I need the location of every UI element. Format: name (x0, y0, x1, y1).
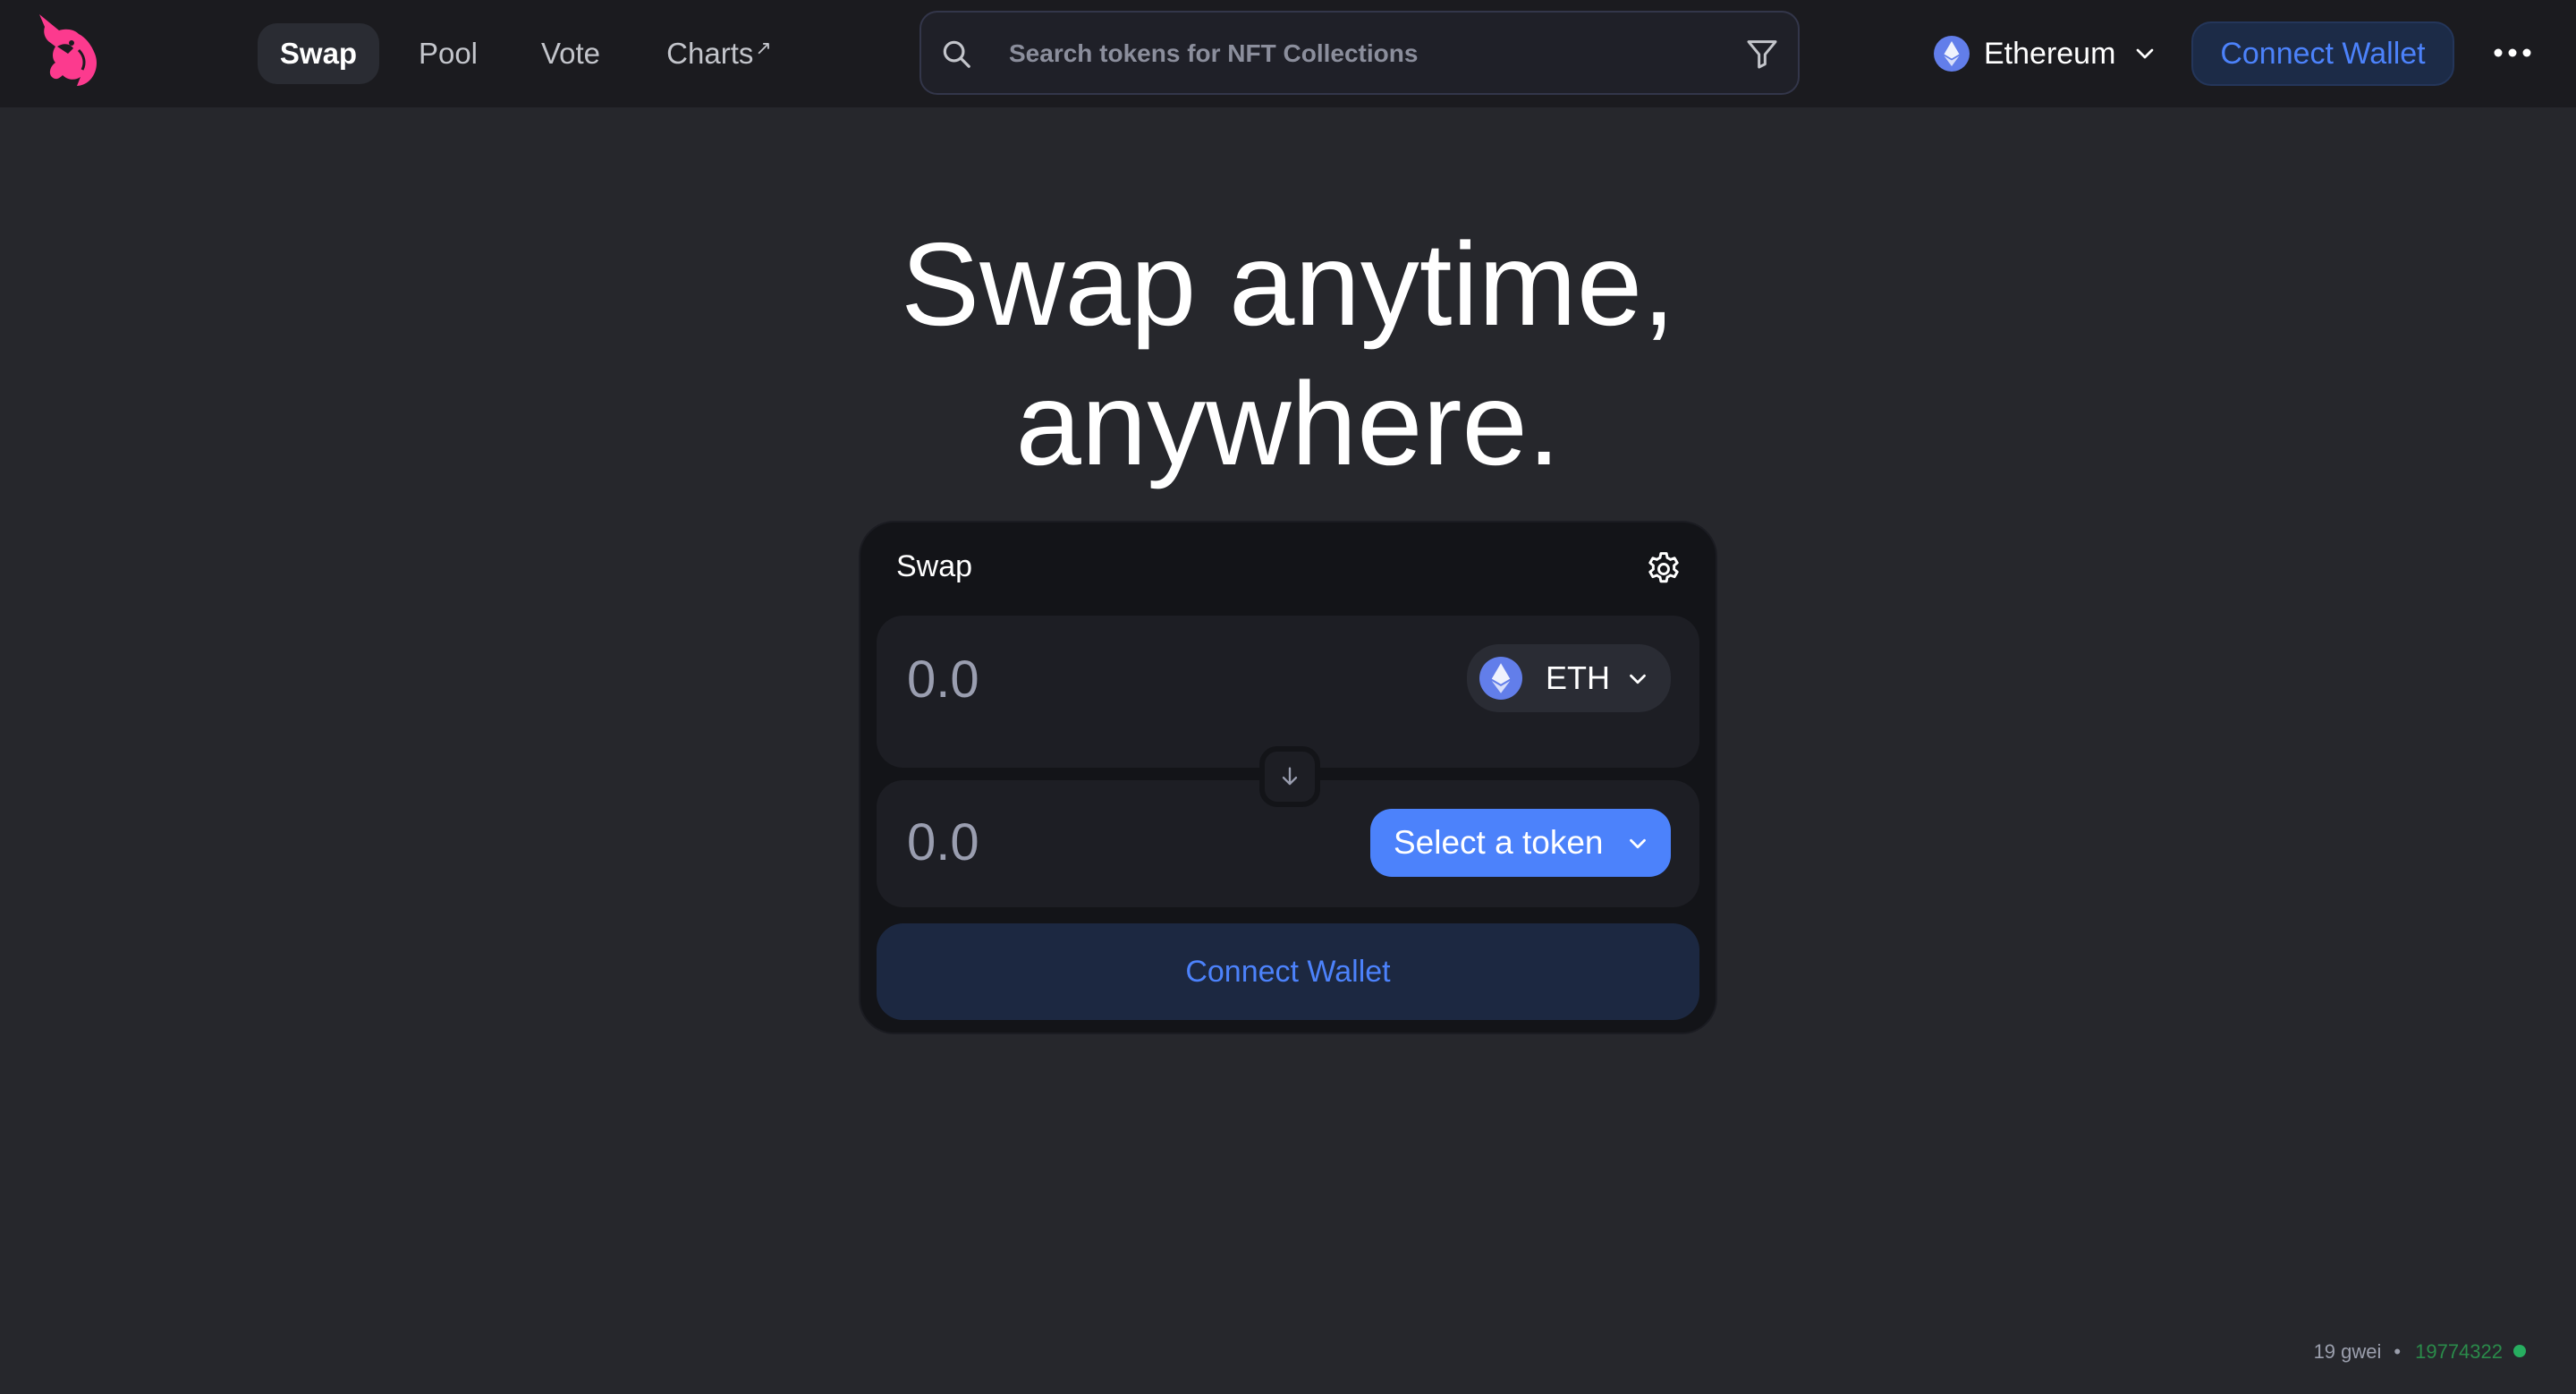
nav-charts[interactable]: Charts↗ (646, 23, 792, 84)
nav-swap[interactable]: Swap (258, 23, 379, 84)
swap-card-title: Swap (896, 549, 973, 583)
connect-wallet-nav-label: Connect Wallet (2220, 37, 2426, 71)
ethereum-icon (1934, 36, 1970, 72)
hero-line-2: anywhere. (1015, 358, 1561, 489)
hero-line-1: Swap anytime, (901, 218, 1675, 350)
input-token-selector[interactable]: ETH (1467, 644, 1671, 712)
connect-wallet-button[interactable]: Connect Wallet (877, 923, 1699, 1020)
network-label: Ethereum (1984, 37, 2116, 71)
network-selector[interactable]: Ethereum (1923, 23, 2154, 84)
search-icon (943, 40, 970, 68)
nav-vote[interactable]: Vote (512, 23, 630, 84)
nav-pool[interactable]: Pool (390, 23, 506, 84)
top-navbar: Swap Pool Vote Charts↗ Ethereum Connect … (0, 0, 2576, 107)
hero-title: Swap anytime, anywhere. (0, 215, 2576, 494)
select-token-label: Select a token (1394, 824, 1604, 861)
chevron-down-icon (1630, 838, 1646, 849)
external-link-icon: ↗ (755, 37, 772, 59)
select-token-button[interactable]: Select a token (1370, 809, 1671, 877)
swap-card: Swap ETH Select a token (859, 521, 1717, 1034)
gear-icon[interactable] (1644, 549, 1683, 589)
chevron-down-icon (1630, 674, 1646, 684)
input-token-label: ETH (1546, 659, 1610, 696)
connect-wallet-nav-button[interactable]: Connect Wallet (2191, 21, 2454, 86)
input-amount-field[interactable] (905, 642, 1356, 716)
input-panel: ETH (877, 616, 1699, 768)
block-number[interactable]: 19774322 (2415, 1340, 2503, 1363)
connect-wallet-label: Connect Wallet (1185, 955, 1391, 989)
output-amount-field[interactable] (905, 805, 1356, 879)
search-bar[interactable] (919, 11, 1800, 95)
network-status: 19 gwei • 19774322 (2314, 1340, 2526, 1367)
ethereum-icon (1479, 657, 1522, 700)
gas-price: 19 gwei (2313, 1340, 2382, 1363)
uniswap-logo[interactable] (32, 11, 104, 88)
more-icon[interactable] (2490, 32, 2535, 73)
chevron-down-icon (2136, 48, 2154, 59)
nav-swap-label: Swap (279, 37, 358, 70)
status-dot-icon (2513, 1345, 2526, 1358)
nav-pool-label: Pool (418, 37, 479, 70)
arrow-down-icon (1282, 767, 1298, 786)
nav-charts-label: Charts (666, 37, 754, 70)
nav-vote-label: Vote (540, 37, 601, 70)
status-separator: • (2394, 1340, 2402, 1363)
search-input[interactable] (1007, 27, 1690, 81)
filter-icon[interactable] (1744, 36, 1780, 72)
switch-direction-button[interactable] (1259, 746, 1320, 807)
